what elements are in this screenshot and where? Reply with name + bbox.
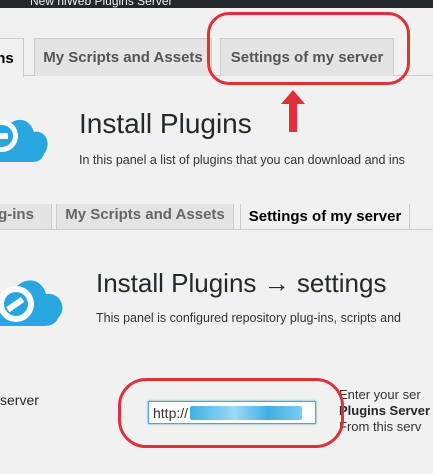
server-help-text: Enter your ser Plugins Server From this … [339,387,430,435]
help-line-1: Enter your ser [339,387,421,402]
tab-plugins-bottom[interactable]: g-ins [0,204,52,229]
page-title-top: Install Plugins [79,108,252,139]
server-field-label: server [0,392,39,408]
tab-my-scripts-and-assets[interactable]: My Scripts and Assets [34,38,212,76]
admin-bar-text: New hiWeb Plugins Server [30,0,173,8]
tab-my-scripts-and-assets-bottom[interactable]: My Scripts and Assets [56,204,234,229]
admin-bar: New hiWeb Plugins Server [0,0,433,8]
help-line-3: From this serv [339,419,422,434]
bottom-tab-bar: g-ins My Scripts and Assets Settings of … [0,204,433,230]
cloud-plug-icon [0,280,63,326]
page-title-bottom: Install Plugins → settings [96,268,387,298]
annotation-oval-url-input [118,378,344,448]
tab-plugins[interactable]: ns [0,38,24,77]
page-description-bottom: This panel is configured repository plug… [96,311,402,325]
page-description-top: In this panel a list of plugins that you… [79,153,405,167]
cloud-plug-icon [0,119,48,162]
tab-settings-of-my-server-bottom[interactable]: Settings of my server [240,204,410,229]
arrow-up-icon [281,90,305,132]
annotation-oval-settings-tab [207,12,410,85]
help-line-2: Plugins Server [339,403,431,418]
